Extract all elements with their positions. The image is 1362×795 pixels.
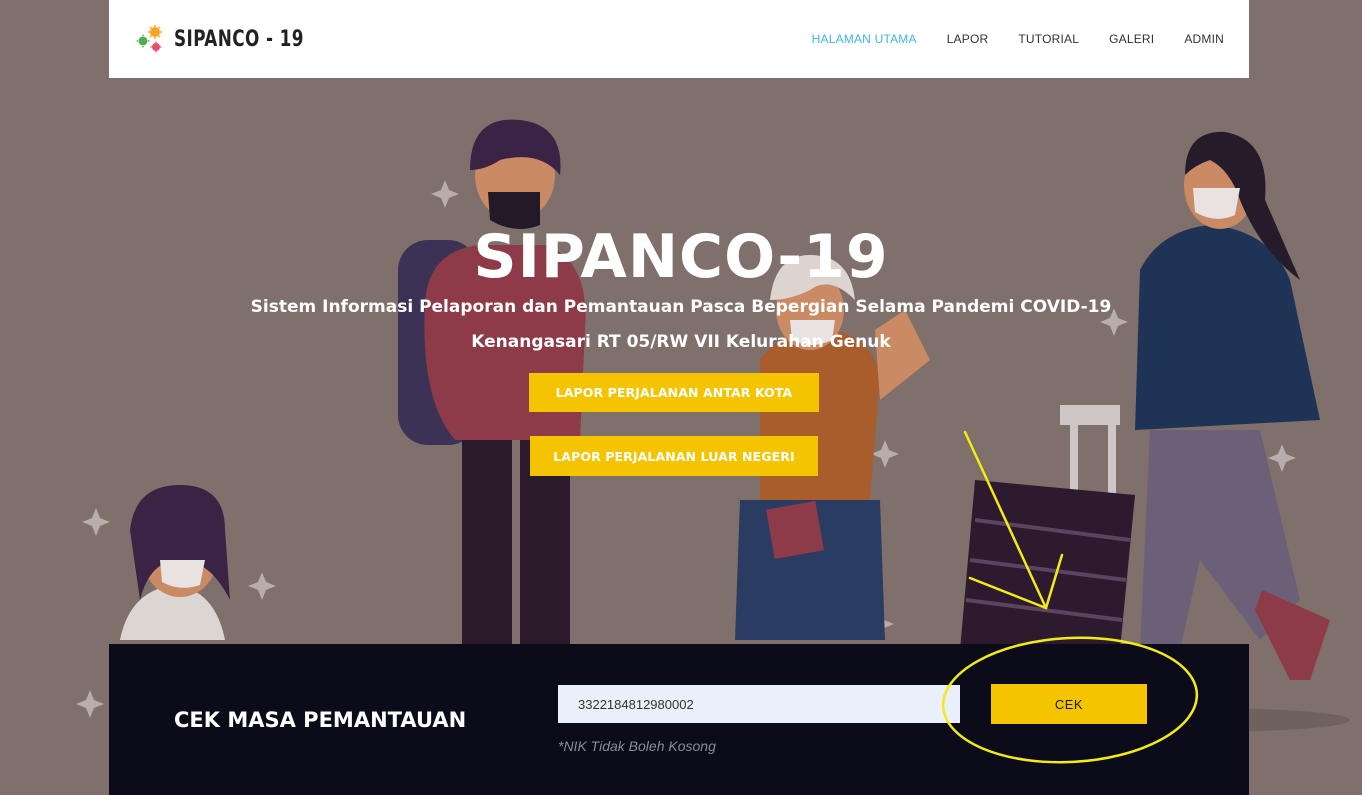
girl-left-figure <box>120 485 230 640</box>
hero-title: SIPANCO-19 <box>473 222 889 292</box>
brand-name: SIPANCO - 19 <box>174 26 304 52</box>
brand-link[interactable]: SIPANCO - 19 <box>134 23 327 55</box>
nav-item-admin[interactable]: ADMIN <box>1169 32 1224 46</box>
nav-menu: HALAMAN UTAMA LAPOR TUTORIAL GALERI ADMI… <box>797 32 1224 46</box>
nav-item-lapor[interactable]: LAPOR <box>932 32 1004 46</box>
nav-item-galeri[interactable]: GALERI <box>1094 32 1169 46</box>
lapor-luar-negeri-button[interactable]: LAPOR PERJALANAN LUAR NEGERI <box>530 436 818 476</box>
cek-masa-pemantauan-panel: CEK MASA PEMANTAUAN *NIK Tidak Boleh Kos… <box>109 644 1249 795</box>
cek-button[interactable]: CEK <box>991 684 1147 724</box>
hero-location: Kenangasari RT 05/RW VII Kelurahan Genuk <box>471 332 891 352</box>
top-navbar: SIPANCO - 19 HALAMAN UTAMA LAPOR TUTORIA… <box>109 0 1249 78</box>
check-heading: CEK MASA PEMANTAUAN <box>174 708 467 732</box>
nik-input[interactable] <box>558 685 960 723</box>
nav-item-tutorial[interactable]: TUTORIAL <box>1003 32 1094 46</box>
nav-item-halaman-utama[interactable]: HALAMAN UTAMA <box>797 32 932 46</box>
virus-cluster-logo-icon <box>136 25 162 53</box>
lapor-antar-kota-button[interactable]: LAPOR PERJALANAN ANTAR KOTA <box>529 373 819 412</box>
hero-subtitle: Sistem Informasi Pelaporan dan Pemantaua… <box>250 297 1112 317</box>
nik-hint: *NIK Tidak Boleh Kosong <box>558 738 716 754</box>
